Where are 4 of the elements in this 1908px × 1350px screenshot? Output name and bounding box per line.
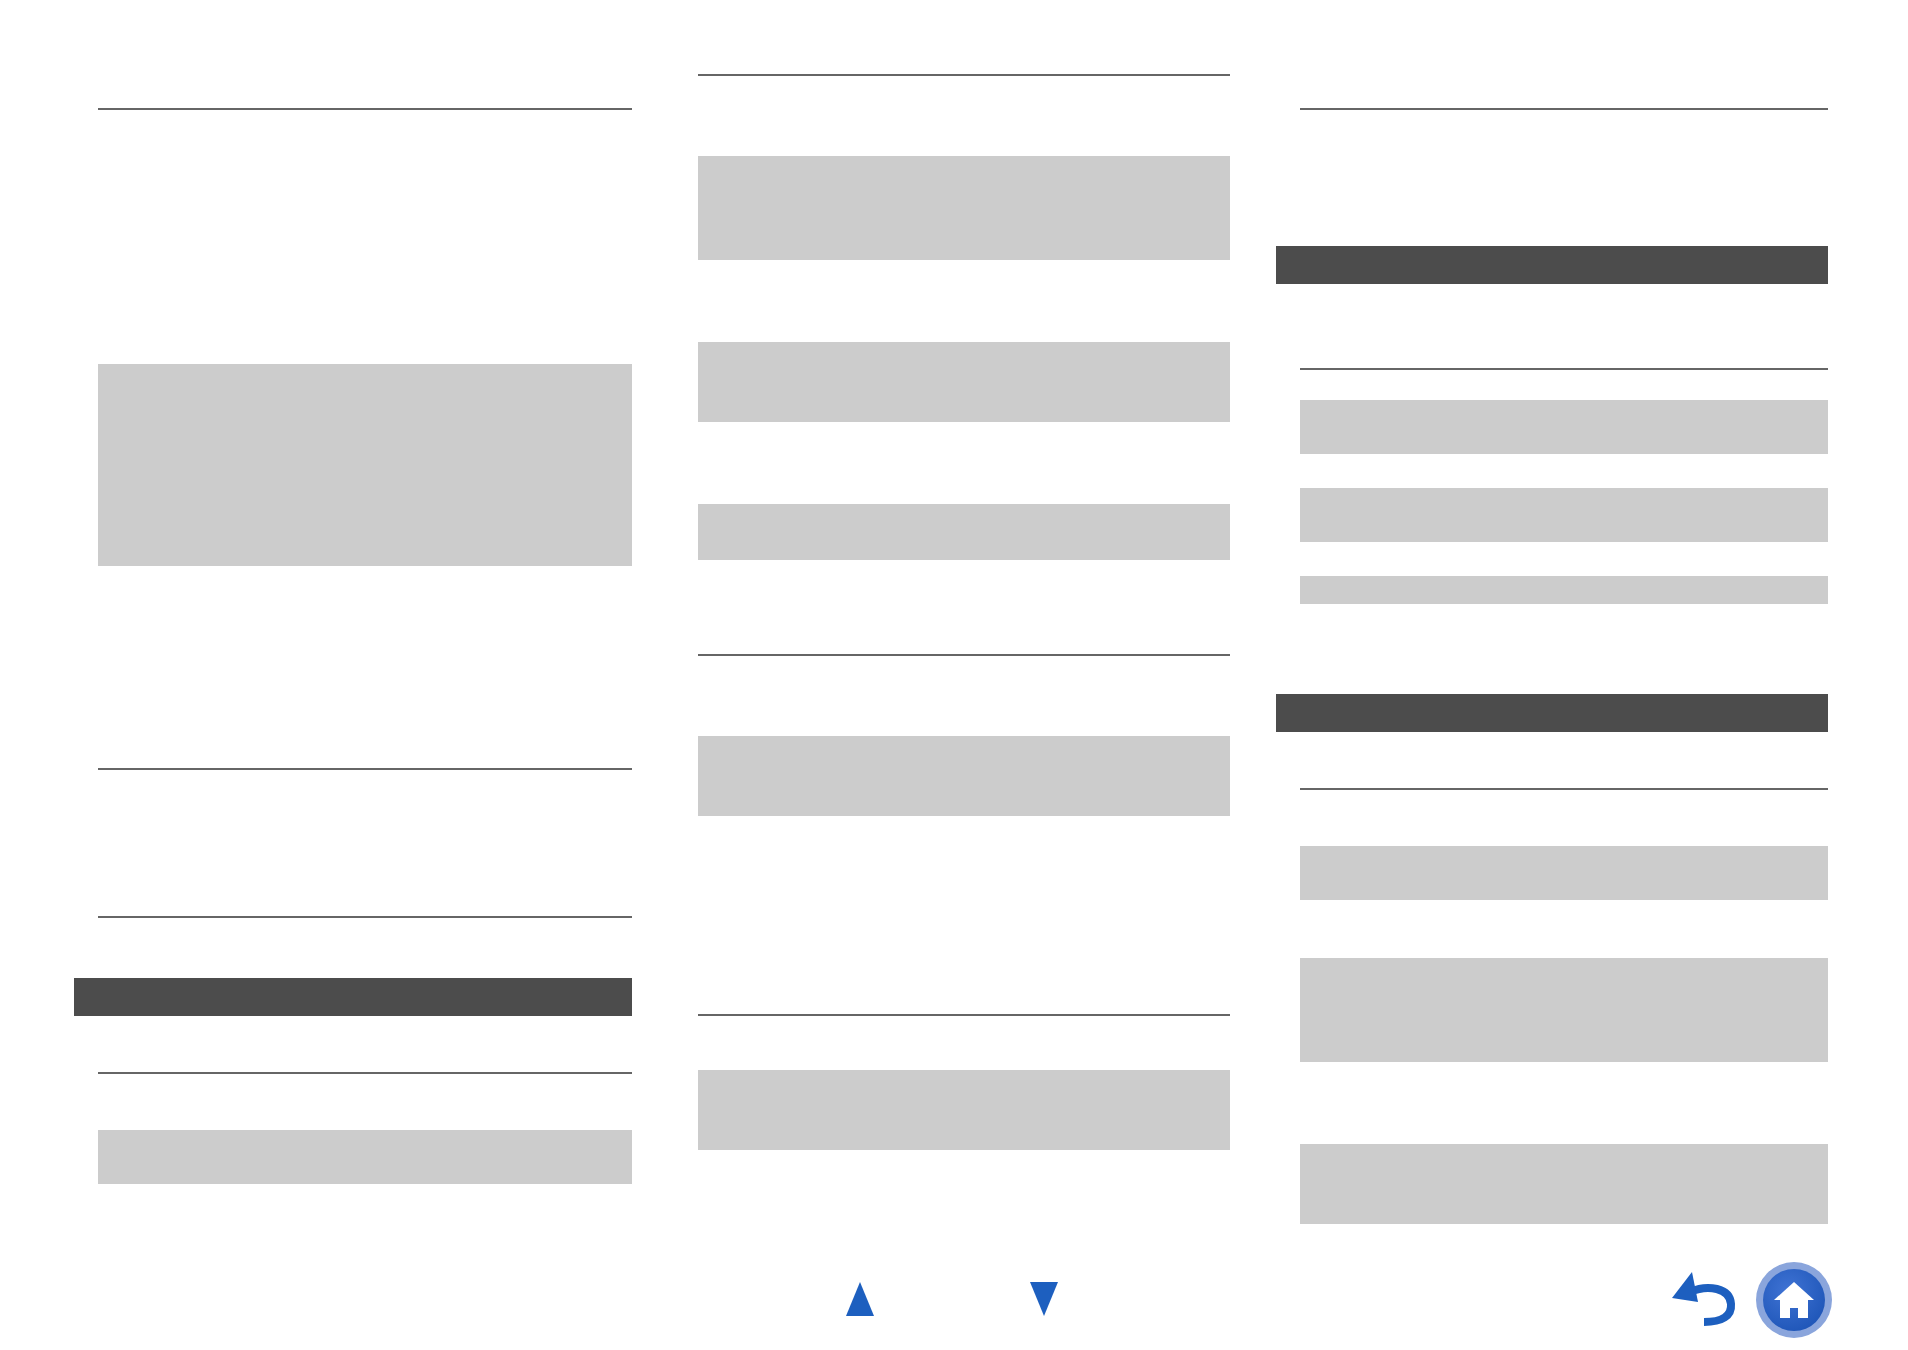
back-arrow-icon[interactable] — [1672, 1272, 1736, 1326]
home-icon[interactable] — [1756, 1261, 1832, 1337]
down-triangle-icon[interactable] — [1030, 1282, 1058, 1316]
up-triangle-icon[interactable] — [846, 1282, 874, 1316]
